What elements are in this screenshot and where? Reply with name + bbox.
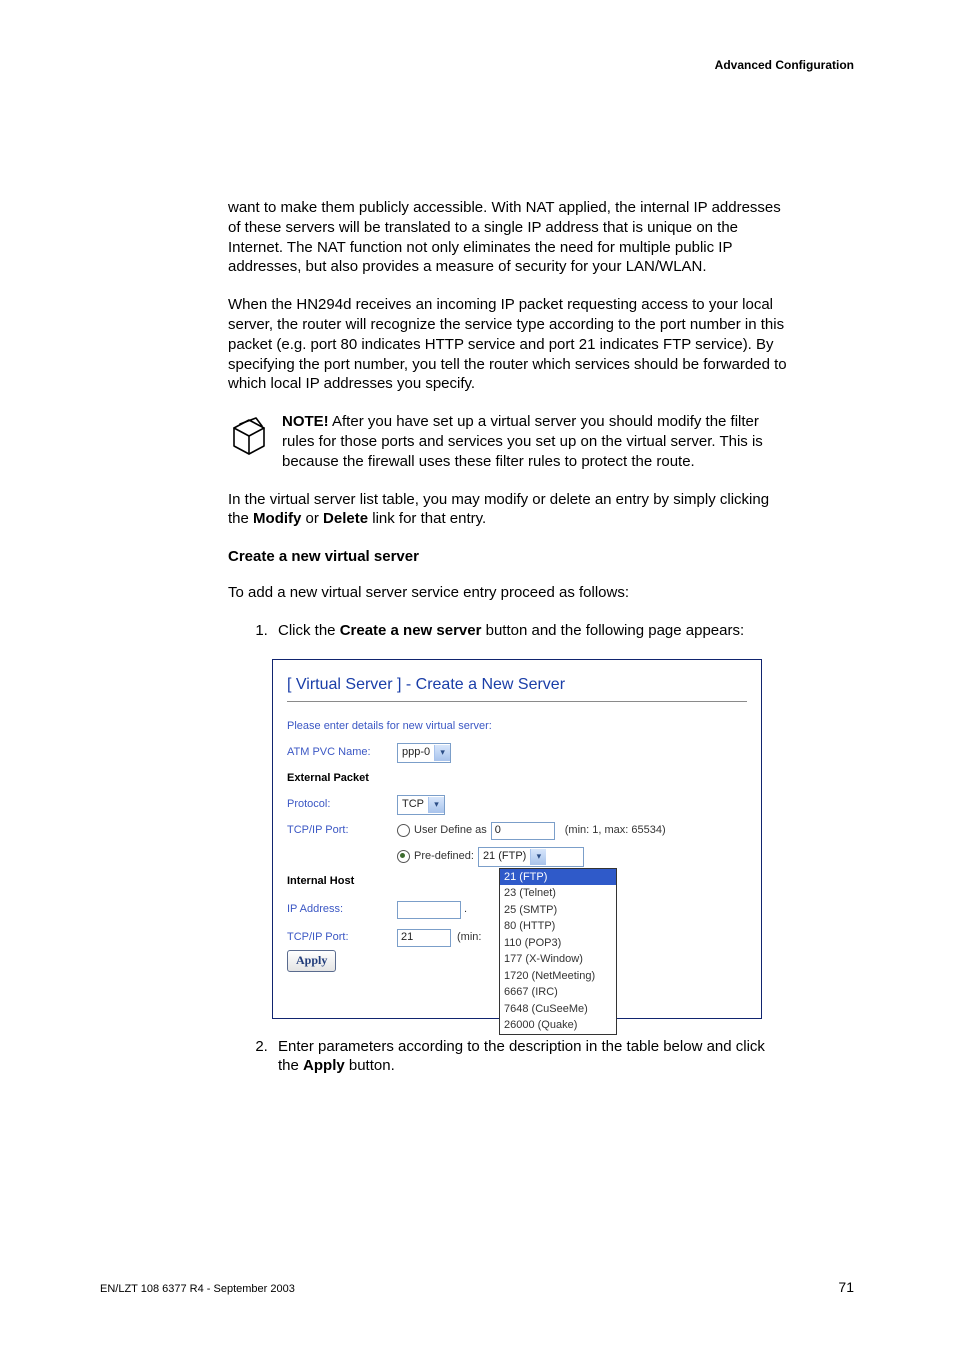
footer-page-number: 71 xyxy=(838,1279,854,1295)
footer-docid: EN/LZT 108 6377 R4 - September 2003 xyxy=(100,1283,295,1295)
note-label: NOTE! xyxy=(282,413,329,430)
text-bold: External Packet xyxy=(287,771,369,786)
label-ip-address: IP Address: xyxy=(287,902,397,917)
chevron-down-icon: ▾ xyxy=(434,745,450,761)
label-tcpip-port: TCP/IP Port: xyxy=(287,930,397,945)
label-user-define: User Define as xyxy=(414,823,487,838)
text: button and the following page appears: xyxy=(481,622,744,639)
select-value: ppp-0 xyxy=(402,745,430,760)
header-section: Advanced Configuration xyxy=(715,58,854,72)
input-ip-octet[interactable] xyxy=(397,901,461,919)
text: Please enter details for new virtual ser… xyxy=(287,719,492,734)
select-predefined[interactable]: 21 (FTP) ▾ xyxy=(478,847,584,867)
note-text: NOTE! After you have set up a virtual se… xyxy=(282,412,788,471)
body-content: want to make them publicly accessible. W… xyxy=(228,198,788,1094)
dropdown-option[interactable]: 80 (HTTP) xyxy=(500,918,616,935)
text: or xyxy=(301,510,323,527)
dropdown-option[interactable]: 25 (SMTP) xyxy=(500,902,616,919)
text-bold: Delete xyxy=(323,510,368,527)
select-atm-pvc[interactable]: ppp-0 ▾ xyxy=(397,743,451,763)
heading-external-packet: External Packet xyxy=(287,768,747,790)
row-apply: Apply xyxy=(287,948,336,972)
dropdown-option[interactable]: 6667 (IRC) xyxy=(500,984,616,1001)
select-value: 21 (FTP) xyxy=(483,849,526,864)
radio-user-define[interactable] xyxy=(397,824,410,837)
lower-wrap: Internal Host IP Address: . TCP/IP Port:… xyxy=(287,870,747,1010)
text-bold: Apply xyxy=(303,1057,345,1074)
steps-list-cont: Enter parameters according to the descri… xyxy=(228,1037,788,1077)
screenshot-title: [ Virtual Server ] - Create a New Server xyxy=(287,674,747,695)
paragraph: When the HN294d receives an incoming IP … xyxy=(228,295,788,394)
dropdown-option[interactable]: 110 (POP3) xyxy=(500,935,616,952)
label-tcpip-port: TCP/IP Port: xyxy=(287,823,397,838)
row-protocol: Protocol: TCP ▾ xyxy=(287,794,747,816)
row-atm-pvc: ATM PVC Name: ppp-0 ▾ xyxy=(287,742,747,764)
apply-button[interactable]: Apply xyxy=(287,950,336,972)
screenshot-virtual-server: [ Virtual Server ] - Create a New Server… xyxy=(272,659,762,1019)
hint-min: (min: xyxy=(457,930,481,945)
text-bold: Create a new server xyxy=(340,622,482,639)
text: link for that entry. xyxy=(368,510,486,527)
subheading-create: Create a new virtual server xyxy=(228,547,788,567)
text: Click the xyxy=(278,622,340,639)
row-tcpip-port-ext: TCP/IP Port: User Define as 0 (min: 1, m… xyxy=(287,820,747,842)
chevron-down-icon: ▾ xyxy=(428,797,444,813)
intro-text: Please enter details for new virtual ser… xyxy=(287,716,747,738)
dropdown-option[interactable]: 1720 (NetMeeting) xyxy=(500,968,616,985)
paragraph: want to make them publicly accessible. W… xyxy=(228,198,788,277)
ip-dot: . xyxy=(464,902,467,917)
text-bold: Modify xyxy=(253,510,301,527)
predefined-dropdown-open[interactable]: 21 (FTP) 23 (Telnet) 25 (SMTP) 80 (HTTP)… xyxy=(499,868,617,1035)
chevron-down-icon: ▾ xyxy=(530,849,546,865)
select-protocol[interactable]: TCP ▾ xyxy=(397,795,445,815)
row-ip-address: IP Address: . xyxy=(287,898,481,922)
step-2: Enter parameters according to the descri… xyxy=(272,1037,788,1077)
left-column: Internal Host IP Address: . TCP/IP Port:… xyxy=(287,870,481,954)
input-user-define-port[interactable]: 0 xyxy=(491,822,555,840)
dropdown-listbox[interactable]: 21 (FTP) 23 (Telnet) 25 (SMTP) 80 (HTTP)… xyxy=(499,868,617,1035)
label-atm-pvc: ATM PVC Name: xyxy=(287,745,397,760)
text-bold: Internal Host xyxy=(287,874,397,889)
row-predefined: Pre-defined: 21 (FTP) ▾ xyxy=(287,846,747,868)
note-icon xyxy=(228,412,282,471)
dropdown-option[interactable]: 23 (Telnet) xyxy=(500,885,616,902)
select-value: TCP xyxy=(402,797,424,812)
page: Advanced Configuration want to make them… xyxy=(0,0,954,1351)
paragraph: In the virtual server list table, you ma… xyxy=(228,490,788,530)
dropdown-option[interactable]: 7648 (CuSeeMe) xyxy=(500,1001,616,1018)
dropdown-option[interactable]: 177 (X-Window) xyxy=(500,951,616,968)
radio-predefined[interactable] xyxy=(397,850,410,863)
steps-list: Click the Create a new server button and… xyxy=(228,621,788,641)
paragraph: To add a new virtual server service entr… xyxy=(228,583,788,603)
dropdown-option[interactable]: 26000 (Quake) xyxy=(500,1017,616,1034)
heading-internal-host: Internal Host xyxy=(287,870,481,894)
step-1: Click the Create a new server button and… xyxy=(272,621,788,641)
input-internal-port[interactable]: 21 xyxy=(397,929,451,947)
divider xyxy=(287,701,747,702)
label-protocol: Protocol: xyxy=(287,797,397,812)
hint-port-range: (min: 1, max: 65534) xyxy=(565,823,666,838)
label-predefined: Pre-defined: xyxy=(414,849,474,864)
note-block: NOTE! After you have set up a virtual se… xyxy=(228,412,788,471)
text: button. xyxy=(345,1057,395,1074)
dropdown-option[interactable]: 21 (FTP) xyxy=(500,869,616,886)
row-tcpip-port-int: TCP/IP Port: 21 (min: xyxy=(287,926,481,950)
note-rest: After you have set up a virtual server y… xyxy=(282,413,763,470)
